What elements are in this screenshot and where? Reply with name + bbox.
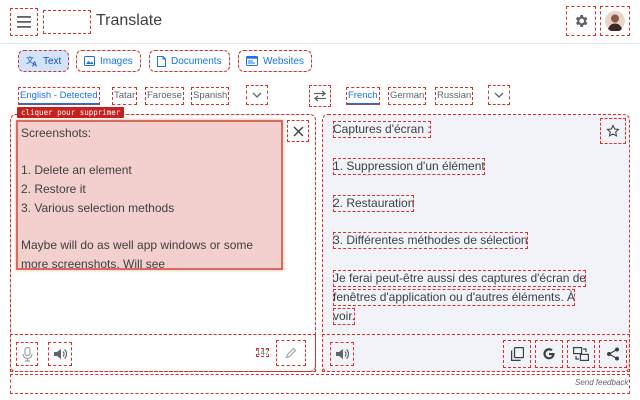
target-lang-chevron-down-icon[interactable]	[488, 85, 510, 105]
tab-text-label: Text	[43, 55, 62, 67]
translate-icon: 文A	[26, 55, 38, 67]
char-count: 147	[256, 348, 270, 357]
google-icon[interactable]	[535, 340, 563, 368]
target-line[interactable]: 1. Suppression d'un élément	[333, 158, 485, 175]
svg-text:A: A	[32, 62, 37, 68]
target-line[interactable]: 2. Restauration	[333, 195, 415, 212]
feedback-icon[interactable]	[567, 340, 595, 368]
share-icon[interactable]	[599, 340, 627, 368]
target-lang-russian[interactable]: Russian	[435, 87, 474, 105]
speaker-icon[interactable]	[48, 342, 72, 366]
source-lang-detected[interactable]: English - Detected	[18, 87, 100, 105]
tab-websites-label: Websites	[263, 55, 304, 67]
gear-icon[interactable]	[566, 6, 596, 36]
send-feedback-link[interactable]: Send feedback	[575, 378, 628, 387]
target-line[interactable]: Je ferai peut-être aussi des captures d'…	[333, 270, 587, 287]
copy-icon[interactable]	[503, 340, 531, 368]
close-icon[interactable]	[287, 120, 309, 142]
target-line[interactable]: 3. Différentes méthodes de sélection	[333, 232, 528, 249]
swap-languages-icon[interactable]	[309, 85, 331, 107]
source-line: Maybe will do as well app windows or som…	[21, 238, 254, 253]
target-line[interactable]: fenêtres d'application ou d'autres éléme…	[333, 289, 576, 306]
target-lang-german[interactable]: German	[388, 87, 427, 105]
source-lang-faroese[interactable]: Faroese	[145, 87, 184, 105]
tab-images[interactable]: Images	[76, 50, 141, 72]
app-title: Translate	[96, 12, 163, 29]
tab-text[interactable]: 文A Text	[18, 50, 70, 72]
target-line[interactable]: voir.	[333, 308, 356, 325]
footer-strip	[10, 374, 630, 394]
source-line: Screenshots:	[21, 126, 92, 140]
source-text-area[interactable]: Screenshots: 1. Delete an element 2. Res…	[16, 120, 283, 271]
hamburger-menu-icon[interactable]	[10, 8, 38, 36]
app-header: Translate	[0, 0, 640, 44]
target-line[interactable]: Captures d'écran :	[333, 121, 431, 138]
source-line: more screenshots. Will see	[21, 256, 166, 271]
image-icon	[84, 56, 95, 66]
avatar[interactable]	[600, 6, 630, 36]
speaker-icon[interactable]	[330, 342, 354, 366]
pencil-icon[interactable]	[276, 340, 306, 366]
website-icon	[246, 56, 258, 66]
star-icon[interactable]	[600, 118, 626, 144]
logo-placeholder	[43, 10, 91, 34]
tab-websites[interactable]: Websites	[238, 50, 312, 72]
source-lang-chevron-down-icon[interactable]	[246, 85, 268, 105]
source-line	[21, 143, 278, 162]
document-icon	[157, 55, 166, 67]
source-line: 2. Restore it	[21, 182, 86, 197]
tab-documents-label: Documents	[171, 55, 222, 67]
source-line: 3. Various selection methods	[21, 200, 175, 215]
target-lang-french[interactable]: French	[346, 87, 380, 105]
source-line	[21, 218, 278, 237]
tab-documents[interactable]: Documents	[149, 50, 230, 72]
source-line: 1. Delete an element	[21, 163, 132, 178]
source-lang-spanish[interactable]: Spanish	[191, 87, 230, 105]
tab-images-label: Images	[100, 55, 133, 67]
source-lang-tatar[interactable]: Tatar	[112, 87, 138, 105]
delete-tag[interactable]: cliquer pour supprimer	[17, 107, 125, 118]
microphone-icon[interactable]	[16, 342, 38, 366]
